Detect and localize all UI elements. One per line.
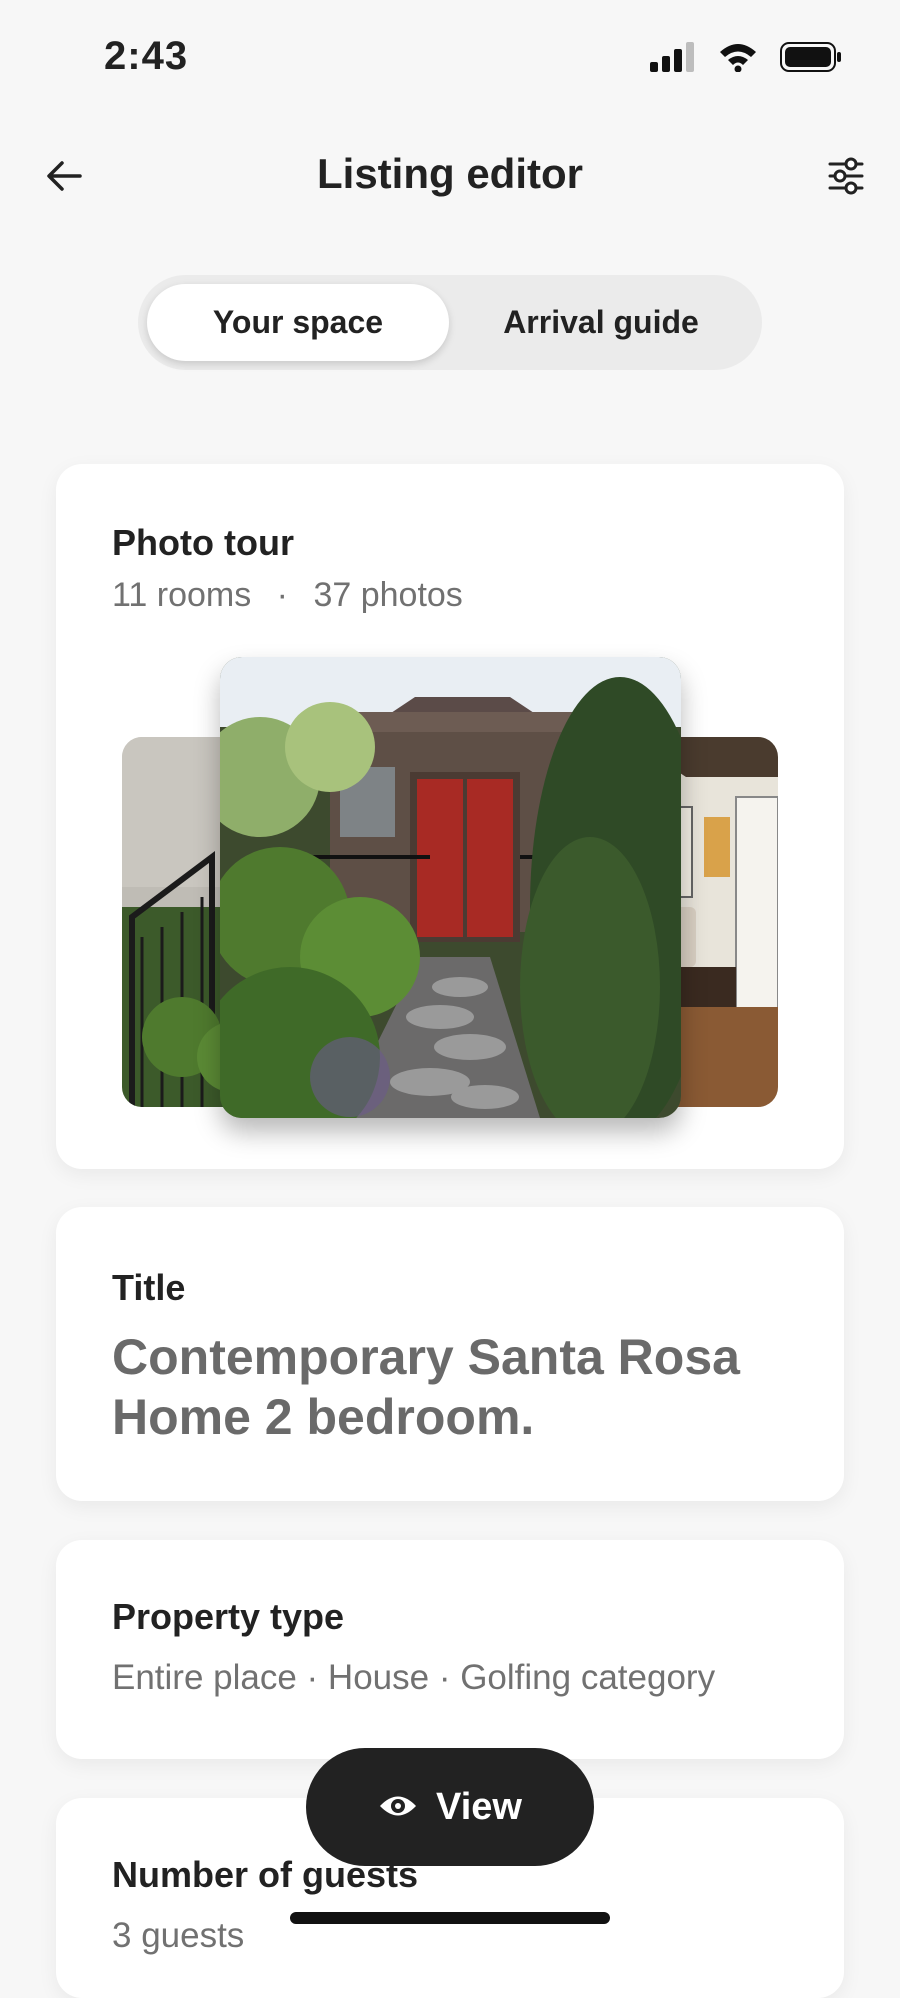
- property-type-value: Entire place · House · Golfing category: [112, 1658, 716, 1697]
- title-value: Contemporary Santa Rosa Home 2 bedroom.: [112, 1329, 740, 1445]
- status-bar: 2:43: [0, 0, 900, 120]
- tab-your-space[interactable]: Your space: [147, 284, 449, 361]
- view-button[interactable]: View: [306, 1748, 594, 1866]
- sliders-icon: [828, 157, 864, 200]
- page-title: Listing editor: [317, 150, 583, 197]
- cellular-signal-icon: [650, 42, 696, 77]
- guests-value: 3 guests: [112, 1916, 245, 1955]
- view-button-label: View: [436, 1785, 522, 1828]
- wifi-icon: [718, 42, 758, 77]
- nav-bar: Listing editor: [0, 130, 900, 218]
- photo-carousel[interactable]: [56, 464, 844, 1164]
- eye-icon: [378, 1786, 418, 1829]
- battery-icon: [780, 42, 842, 77]
- tab-arrival-guide[interactable]: Arrival guide: [450, 284, 752, 361]
- photo-cover[interactable]: [220, 657, 681, 1118]
- settings-button[interactable]: [818, 150, 874, 206]
- photo-tour-card[interactable]: Photo tour 11 rooms · 37 photos: [56, 464, 844, 1169]
- title-card[interactable]: Title Contemporary Santa Rosa Home 2 bed…: [56, 1207, 844, 1501]
- status-icons: [650, 42, 842, 77]
- status-time: 2:43: [104, 34, 189, 78]
- segmented-control: Your space Arrival guide: [138, 275, 762, 370]
- property-type-label: Property type: [112, 1596, 345, 1637]
- title-label: Title: [112, 1267, 186, 1308]
- home-indicator: [290, 1912, 610, 1924]
- property-type-card[interactable]: Property type Entire place · House · Gol…: [56, 1540, 844, 1759]
